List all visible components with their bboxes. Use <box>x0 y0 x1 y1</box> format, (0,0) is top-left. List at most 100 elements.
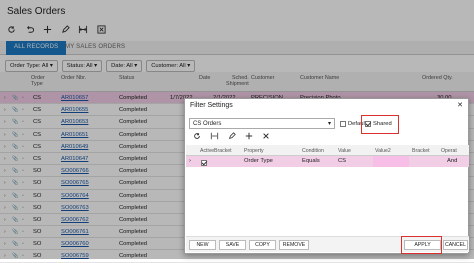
row-order-nbr[interactable]: SO006765 <box>61 180 89 186</box>
row-expand-icon[interactable]: › <box>4 156 6 162</box>
row-order-type: SO <box>33 204 42 211</box>
attach-icon: 📎 <box>12 119 19 126</box>
copy-button[interactable]: COPY <box>249 240 276 250</box>
filter-bar: Order Type: All ▾ Status: All ▾ Date: Al… <box>5 60 196 72</box>
filter-grid-header: Active Bracket Property Condition Value … <box>186 145 469 156</box>
row-expand-icon[interactable]: › <box>4 217 6 223</box>
export-icon[interactable] <box>96 24 106 34</box>
row-order-nbr[interactable]: AR010649 <box>61 144 88 150</box>
filter-row[interactable]: › Order Type Equals CS And <box>186 156 469 167</box>
col-value2[interactable]: Value2 <box>375 148 391 154</box>
fit-columns-icon[interactable] <box>210 132 219 142</box>
row-expand-icon[interactable]: › <box>4 241 6 247</box>
remove-button[interactable]: REMOVE <box>279 240 309 250</box>
col-property[interactable]: Property <box>244 148 264 154</box>
row-order-nbr[interactable]: AR010657 <box>61 95 88 101</box>
toolbar <box>6 24 106 34</box>
row-status: Completed <box>119 168 148 175</box>
tab-all-records[interactable]: ALL RECORDS <box>6 41 67 55</box>
filter-property[interactable]: Order Type <box>244 158 273 164</box>
row-expand-icon[interactable]: › <box>4 107 6 113</box>
filter-value2-cell[interactable] <box>373 156 409 167</box>
row-expand-icon[interactable]: › <box>4 132 6 138</box>
note-icon: ▫ <box>22 204 24 211</box>
close-icon[interactable]: ✕ <box>457 101 463 109</box>
row-status: Completed <box>119 119 148 126</box>
col-status[interactable]: Status <box>119 75 134 81</box>
row-order-type: SO <box>33 241 42 248</box>
row-order-nbr[interactable]: SO006766 <box>61 168 89 174</box>
dialog-toolbar <box>193 132 270 142</box>
col-bracket-close[interactable]: Bracket <box>412 148 430 154</box>
delete-icon[interactable] <box>262 132 270 142</box>
refresh-icon[interactable] <box>6 24 16 34</box>
save-button[interactable]: SAVE <box>219 240 246 250</box>
row-order-nbr[interactable]: AR010653 <box>61 119 88 125</box>
filter-customer[interactable]: Customer: All ▾ <box>146 60 196 72</box>
row-expand-icon[interactable]: › <box>4 180 6 186</box>
col-bracket[interactable]: Bracket <box>214 148 232 154</box>
row-order-nbr[interactable]: SO006762 <box>61 217 89 223</box>
add-icon[interactable] <box>245 132 253 142</box>
row-order-nbr[interactable]: SO006764 <box>61 193 89 199</box>
note-icon: ▫ <box>22 155 24 162</box>
row-expand-icon[interactable]: › <box>4 144 6 150</box>
row-order-nbr[interactable]: AR010655 <box>61 107 88 113</box>
filter-order-type[interactable]: Order Type: All ▾ <box>5 60 58 72</box>
tab-my-sales-orders[interactable]: MY SALES ORDERS <box>65 44 125 50</box>
new-button[interactable]: NEW <box>189 240 216 250</box>
row-expand-icon[interactable]: › <box>4 168 6 174</box>
filter-status[interactable]: Status: All ▾ <box>61 60 103 72</box>
row-order-nbr[interactable]: SO006763 <box>61 205 89 211</box>
add-icon[interactable] <box>42 24 52 34</box>
chevron-down-icon: ▾ <box>327 121 331 127</box>
col-active[interactable]: Active <box>200 148 214 154</box>
row-order-type: CS <box>33 107 42 114</box>
row-expand-icon[interactable]: › <box>4 229 6 235</box>
attach-icon: 📎 <box>12 241 19 248</box>
edit-icon[interactable] <box>60 24 70 34</box>
filter-condition[interactable]: Equals <box>302 158 320 164</box>
col-sched-shipment[interactable]: Sched. Shipment <box>226 75 249 87</box>
row-order-nbr[interactable]: SO006761 <box>61 229 89 235</box>
row-expand-icon[interactable]: › <box>4 119 6 125</box>
row-order-nbr[interactable]: AR010647 <box>61 156 88 162</box>
filter-name-select[interactable]: CS Orders ▾ <box>189 118 335 129</box>
col-customer[interactable]: Customer <box>251 75 274 81</box>
col-condition[interactable]: Condition <box>302 148 324 154</box>
col-value[interactable]: Value <box>338 148 351 154</box>
row-status: Completed <box>119 229 148 236</box>
row-order-type: CS <box>33 131 42 138</box>
cancel-button[interactable]: CANCEL <box>443 240 468 250</box>
undo-icon[interactable] <box>24 24 34 34</box>
note-icon: ▫ <box>22 95 24 101</box>
row-expand-icon[interactable]: › <box>4 95 6 101</box>
filter-operator[interactable]: And <box>447 158 457 164</box>
row-expand-icon[interactable]: › <box>4 193 6 199</box>
col-customer-name[interactable]: Customer Name <box>300 75 339 81</box>
attach-icon: 📎 <box>12 95 19 101</box>
filter-date[interactable]: Date: All ▾ <box>106 60 143 72</box>
edit-icon[interactable] <box>228 132 236 142</box>
filter-name-value: CS Orders <box>193 121 222 127</box>
col-ordered-qty[interactable]: Ordered Qty. <box>422 75 453 81</box>
filter-settings-dialog: Filter Settings ✕ CS Orders ▾ Default Sh… <box>184 98 469 254</box>
row-status: Completed <box>119 155 148 162</box>
row-order-nbr[interactable]: AR010651 <box>61 132 88 138</box>
filter-value[interactable]: CS <box>338 158 346 164</box>
row-order-type: SO <box>33 180 42 187</box>
shared-highlight <box>361 115 399 134</box>
row-order-type: SO <box>33 229 42 236</box>
col-operator[interactable]: Operat <box>441 148 457 154</box>
row-expand-icon[interactable]: › <box>4 205 6 211</box>
refresh-icon[interactable] <box>193 132 201 142</box>
col-order-type[interactable]: Order Type <box>31 75 45 87</box>
col-date[interactable]: Date <box>199 75 210 81</box>
fit-columns-icon[interactable] <box>78 24 88 34</box>
row-order-nbr[interactable]: SO006760 <box>61 241 89 247</box>
col-order-nbr[interactable]: Order Nbr. <box>61 75 86 81</box>
note-icon: ▫ <box>22 241 24 248</box>
row-expand-icon[interactable]: › <box>189 158 191 164</box>
default-checkbox-box[interactable] <box>340 121 346 127</box>
attach-icon: 📎 <box>12 192 19 199</box>
